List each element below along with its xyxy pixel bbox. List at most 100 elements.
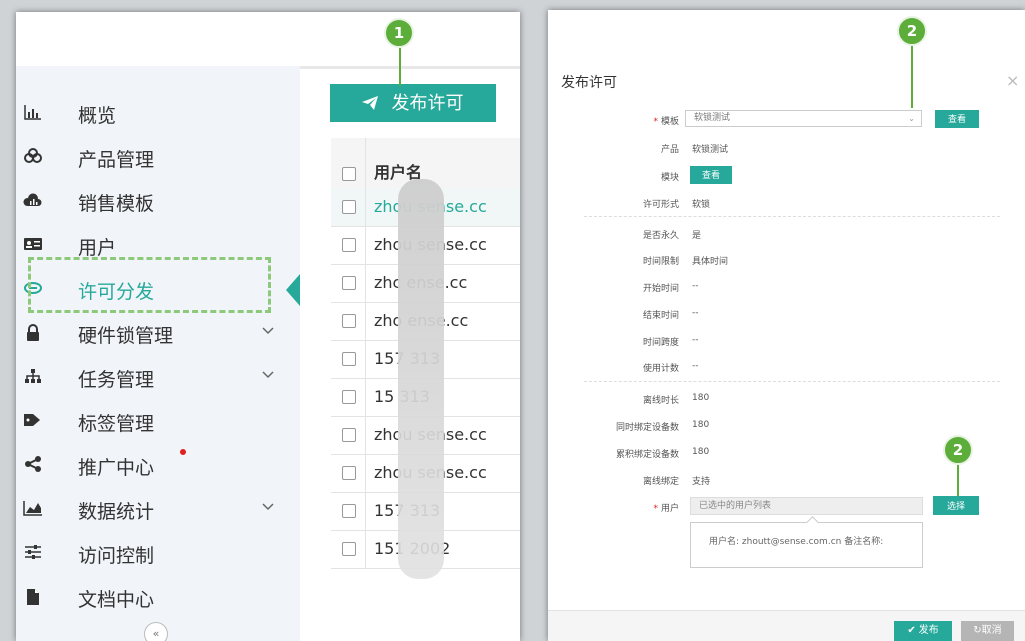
- sidebar-item-access-control[interactable]: 访问控制: [16, 532, 300, 576]
- sidebar-item-label: 概览: [78, 105, 117, 127]
- area-chart-icon: [23, 500, 43, 520]
- field-value: --: [692, 335, 699, 345]
- select-all-checkbox[interactable]: [342, 167, 356, 181]
- field-value: 180: [692, 420, 710, 430]
- field-label: 开始时间: [642, 284, 679, 294]
- notification-dot: [180, 449, 186, 455]
- row-checkbox[interactable]: [342, 466, 356, 480]
- field-label: 是否永久: [642, 231, 679, 241]
- sidebar-item-hardware-lock[interactable]: 硬件锁管理: [16, 312, 300, 356]
- field-label: 时间限制: [642, 257, 679, 267]
- field-value: --: [692, 308, 699, 318]
- sidebar-item-label: 推广中心: [78, 457, 155, 479]
- field-value: 支持: [692, 477, 711, 487]
- selected-users-input[interactable]: 已选中的用户列表: [690, 497, 923, 515]
- sidebar-item-label: 文档中心: [78, 589, 155, 611]
- bar-chart-icon: [23, 104, 43, 124]
- section-divider: [584, 381, 1000, 382]
- row-checkbox[interactable]: [342, 314, 356, 328]
- chevron-down-icon: ⌄: [908, 114, 915, 123]
- row-checkbox[interactable]: [342, 428, 356, 442]
- top-bar: [16, 12, 520, 67]
- share-icon: [23, 456, 43, 476]
- row-checkbox[interactable]: [342, 504, 356, 518]
- row-checkbox[interactable]: [342, 390, 356, 404]
- id-card-icon: [23, 236, 43, 256]
- publish-button[interactable]: ✔ 发布: [894, 621, 952, 641]
- sitemap-icon: [23, 368, 43, 388]
- row-checkbox[interactable]: [342, 276, 356, 290]
- field-label: 累积绑定设备数: [615, 450, 679, 460]
- user-label: * 用户: [653, 504, 679, 514]
- sidebar-item-label: 销售模板: [78, 193, 155, 215]
- field-value: --: [692, 281, 699, 291]
- step-badge-1: 1: [384, 18, 414, 48]
- sidebar-item-document-center[interactable]: 文档中心: [16, 576, 300, 620]
- step-badge-2b: 2: [943, 435, 973, 465]
- close-icon[interactable]: ×: [1006, 71, 1019, 90]
- sidebar-item-label: 标签管理: [78, 413, 155, 435]
- callout-line: [911, 44, 913, 108]
- sidebar-item-label: 任务管理: [78, 369, 155, 391]
- chevron-down-icon: [262, 324, 274, 338]
- cloud-chart-icon: [23, 192, 43, 212]
- field-value: --: [692, 361, 699, 371]
- field-value: 180: [692, 447, 710, 457]
- field-value: 是: [692, 231, 702, 241]
- row-checkbox[interactable]: [342, 542, 356, 556]
- dialog-footer: [548, 610, 1025, 641]
- sidebar-item-task-management[interactable]: 任务管理: [16, 356, 300, 400]
- user-tooltip: 用户名: zhoutt@sense.com.cn 备注名称:: [690, 522, 923, 568]
- field-label: 结束时间: [642, 311, 679, 321]
- callout-line: [399, 48, 401, 86]
- row-checkbox[interactable]: [342, 352, 356, 366]
- field-value: 具体时间: [692, 257, 729, 267]
- tooltip-text: 用户名: zhoutt@sense.com.cn 备注名称:: [709, 537, 884, 547]
- sidebar-item-label: 产品管理: [78, 149, 155, 171]
- sidebar-item-promotion-center[interactable]: 推广中心: [16, 444, 300, 488]
- product-value: 软锁测试: [692, 145, 729, 155]
- template-view-button[interactable]: 查看: [935, 110, 979, 128]
- license-form-label: 许可形式: [642, 200, 679, 210]
- row-checkbox[interactable]: [342, 238, 356, 252]
- callout-line: [957, 462, 959, 496]
- tags-icon: [23, 412, 43, 432]
- paper-plane-icon: [362, 93, 383, 113]
- sidebar-item-sales-templates[interactable]: 销售模板: [16, 180, 300, 224]
- module-view-button[interactable]: 查看: [690, 166, 732, 184]
- dialog-title: 发布许可: [561, 75, 617, 91]
- sidebar-collapse-button[interactable]: «: [144, 622, 168, 641]
- field-label: 时间跨度: [642, 338, 679, 348]
- left-panel: 概览 产品管理 销售模板 用户 许可分发 硬件锁管理 任务管理 标签管理 推广中…: [16, 12, 520, 641]
- product-label: 产品: [660, 145, 679, 155]
- lock-icon: [23, 324, 43, 344]
- highlight-dashed-box: [28, 257, 271, 313]
- cancel-button[interactable]: ↻取消: [961, 621, 1014, 641]
- sidebar-item-overview[interactable]: 概览: [16, 92, 300, 136]
- field-label: 离线时长: [642, 396, 679, 406]
- sidebar-item-products[interactable]: 产品管理: [16, 136, 300, 180]
- privacy-blur: [398, 179, 444, 579]
- sidebar-item-label: 访问控制: [78, 545, 155, 567]
- module-label: 模块: [660, 173, 679, 183]
- chevron-down-icon: [262, 368, 274, 382]
- row-checkbox[interactable]: [342, 200, 356, 214]
- sidebar-item-label: 用户: [78, 237, 117, 259]
- field-value: 180: [692, 393, 710, 403]
- template-select[interactable]: 软锁测试 ⌄: [685, 110, 922, 127]
- section-divider: [584, 216, 1000, 217]
- sidebar-item-data-statistics[interactable]: 数据统计: [16, 488, 300, 532]
- field-label: 同时绑定设备数: [615, 423, 679, 433]
- select-users-button[interactable]: 选择: [933, 496, 979, 515]
- field-label: 使用计数: [642, 364, 679, 374]
- file-icon: [23, 588, 43, 608]
- sidebar-item-tag-management[interactable]: 标签管理: [16, 400, 300, 444]
- publish-license-button[interactable]: 发布许可: [330, 84, 496, 122]
- step-badge-2: 2: [897, 16, 927, 46]
- chevron-down-icon: [262, 500, 274, 514]
- column-divider: [365, 138, 366, 568]
- license-form-value: 软锁: [692, 200, 711, 210]
- active-pointer-arrow: [286, 274, 300, 306]
- publish-license-dialog: 发布许可 × * 模板 软锁测试 ⌄ 查看 产品 软锁测试 模块 查看 许可形式 软…: [548, 10, 1025, 641]
- sidebar-item-label: 硬件锁管理: [78, 325, 174, 347]
